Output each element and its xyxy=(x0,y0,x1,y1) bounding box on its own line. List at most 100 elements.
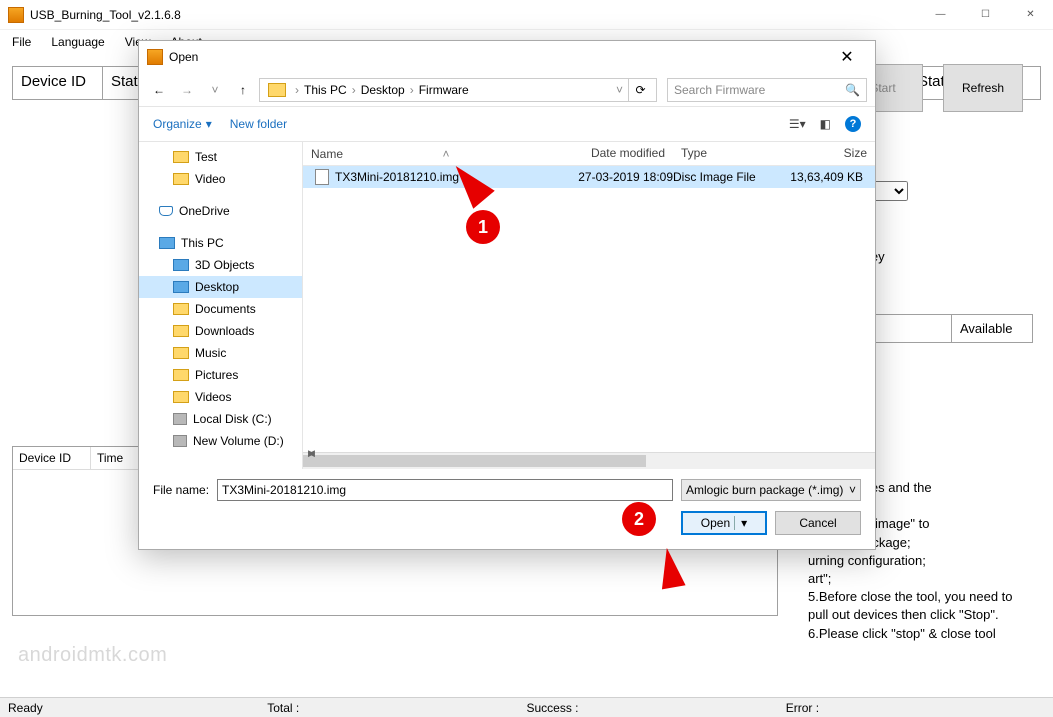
breadcrumb[interactable]: › This PC › Desktop › Firmware ˅ ⟳ xyxy=(259,78,657,102)
nav-recent-button[interactable]: ˅ xyxy=(203,78,227,102)
refresh-button[interactable]: Refresh xyxy=(943,64,1023,112)
folder-icon xyxy=(268,83,286,97)
app-title: USB_Burning_Tool_v2.1.6.8 xyxy=(30,8,181,22)
disk-col-available: Available xyxy=(952,315,1032,342)
tree-node-label: 3D Objects xyxy=(195,258,254,272)
search-input[interactable]: Search Firmware 🔍 xyxy=(667,78,867,102)
statusbar: Ready Total : Success : Error : xyxy=(0,697,1053,717)
status-total: Total : xyxy=(267,701,526,715)
tree-node-label: Videos xyxy=(195,390,231,404)
tree-node[interactable]: New Volume (D:) xyxy=(139,430,302,452)
cancel-button[interactable]: Cancel xyxy=(775,511,861,535)
col-date[interactable]: Date modified xyxy=(553,142,673,165)
tree-node[interactable]: Documents xyxy=(139,298,302,320)
file-size: 13,63,409 KB xyxy=(783,170,875,184)
dialog-app-icon xyxy=(147,49,163,65)
tree-node[interactable]: Downloads xyxy=(139,320,302,342)
dialog-titlebar: Open ✕ xyxy=(139,41,875,73)
watermark: androidmtk.com xyxy=(18,644,167,667)
crumb-this-pc[interactable]: This PC xyxy=(304,83,347,97)
preview-pane-button[interactable]: ◧ xyxy=(820,117,831,131)
tree-node[interactable]: Desktop xyxy=(139,276,302,298)
folder-icon xyxy=(173,347,189,359)
status-ready: Ready xyxy=(8,701,267,715)
tree-node[interactable]: Videos xyxy=(139,386,302,408)
horizontal-scrollbar[interactable]: ◀ ▶ xyxy=(303,452,875,469)
status-success: Success : xyxy=(527,701,786,715)
tree-node-label: Video xyxy=(195,172,225,186)
menu-file[interactable]: File xyxy=(4,33,39,51)
tree-node-label: Documents xyxy=(195,302,256,316)
menu-language[interactable]: Language xyxy=(43,33,112,51)
new-folder-button[interactable]: New folder xyxy=(230,117,287,131)
filename-input[interactable] xyxy=(217,479,673,501)
folder-icon xyxy=(173,173,189,185)
folder-icon xyxy=(173,369,189,381)
search-placeholder: Search Firmware xyxy=(674,83,765,97)
tree-node[interactable]: Pictures xyxy=(139,364,302,386)
dialog-title: Open xyxy=(169,50,198,64)
col-size[interactable]: Size xyxy=(783,142,875,165)
maximize-button[interactable]: ☐ xyxy=(963,0,1008,30)
disk-icon xyxy=(173,435,187,447)
col-device-id: Device ID xyxy=(13,447,91,469)
col-type[interactable]: Type xyxy=(673,142,783,165)
folder-icon xyxy=(173,391,189,403)
tree-node[interactable]: Music xyxy=(139,342,302,364)
file-name: TX3Mini-20181210.img xyxy=(335,170,459,184)
dialog-footer: File name: Amlogic burn package (*.img)˅… xyxy=(139,469,875,549)
open-button[interactable]: Open ▾ xyxy=(681,511,767,535)
window-controls: — ☐ ✕ xyxy=(918,0,1053,30)
annotation-marker-2: 2 xyxy=(622,502,656,536)
organize-button[interactable]: Organize ▾ xyxy=(153,117,212,131)
tree-node-label: This PC xyxy=(181,236,224,250)
system-folder-icon xyxy=(159,237,175,249)
tree-node-label: Desktop xyxy=(195,280,239,294)
nav-back-button[interactable]: ← xyxy=(147,78,171,102)
filename-label: File name: xyxy=(153,483,209,497)
tree-node[interactable]: Test xyxy=(139,146,302,168)
tree-node[interactable]: Local Disk (C:) xyxy=(139,408,302,430)
status-error: Error : xyxy=(786,701,1045,715)
search-icon: 🔍 xyxy=(845,83,860,97)
col-name[interactable]: Name ˄ xyxy=(303,142,553,165)
file-filter-select[interactable]: Amlogic burn package (*.img)˅ xyxy=(681,479,861,501)
file-list-header: Name ˄ Date modified Type Size xyxy=(303,142,875,166)
tree-node-label: Music xyxy=(195,346,226,360)
close-button[interactable]: ✕ xyxy=(1008,0,1053,30)
nav-forward-button[interactable]: → xyxy=(175,78,199,102)
open-dialog: Open ✕ ← → ˅ ↑ › This PC › Desktop › Fir… xyxy=(138,40,876,550)
titlebar: USB_Burning_Tool_v2.1.6.8 — ☐ ✕ xyxy=(0,0,1053,30)
tree-node-label: OneDrive xyxy=(179,204,230,218)
tree-node[interactable]: Video xyxy=(139,168,302,190)
tree-node[interactable]: OneDrive xyxy=(139,200,302,222)
annotation-marker-1: 1 xyxy=(466,210,500,244)
dialog-close-button[interactable]: ✕ xyxy=(827,47,867,67)
tree-node-label: Local Disk (C:) xyxy=(193,412,272,426)
tree-node-label: Pictures xyxy=(195,368,238,382)
file-list: Name ˄ Date modified Type Size TX3Mini-2… xyxy=(303,142,875,469)
tree-node-label: Downloads xyxy=(195,324,254,338)
dialog-toolbar: Organize ▾ New folder ☰▾ ◧ ? xyxy=(139,107,875,141)
help-icon[interactable]: ? xyxy=(845,116,861,132)
cloud-icon xyxy=(159,206,173,216)
folder-icon xyxy=(173,303,189,315)
file-date: 27-03-2019 18:09 xyxy=(553,170,673,184)
nav-up-button[interactable]: ↑ xyxy=(231,78,255,102)
folder-tree[interactable]: Test Video OneDrive This PC 3D Objects Deskto… xyxy=(139,142,303,469)
system-folder-icon xyxy=(173,281,189,293)
file-type: Disc Image File xyxy=(673,170,783,184)
dialog-nav: ← → ˅ ↑ › This PC › Desktop › Firmware ˅… xyxy=(139,73,875,107)
file-row[interactable]: TX3Mini-20181210.img 27-03-2019 18:09Disc… xyxy=(303,166,875,188)
tree-node-label: New Volume (D:) xyxy=(193,434,284,448)
crumb-desktop[interactable]: Desktop xyxy=(361,83,405,97)
crumb-firmware[interactable]: Firmware xyxy=(419,83,469,97)
tree-node[interactable]: 3D Objects xyxy=(139,254,302,276)
refresh-icon[interactable]: ⟳ xyxy=(628,78,652,102)
tree-node[interactable]: This PC xyxy=(139,232,302,254)
minimize-button[interactable]: — xyxy=(918,0,963,30)
view-options-button[interactable]: ☰▾ xyxy=(789,117,806,131)
disk-icon xyxy=(173,413,187,425)
system-folder-icon xyxy=(173,259,189,271)
scroll-thumb[interactable] xyxy=(303,455,646,467)
